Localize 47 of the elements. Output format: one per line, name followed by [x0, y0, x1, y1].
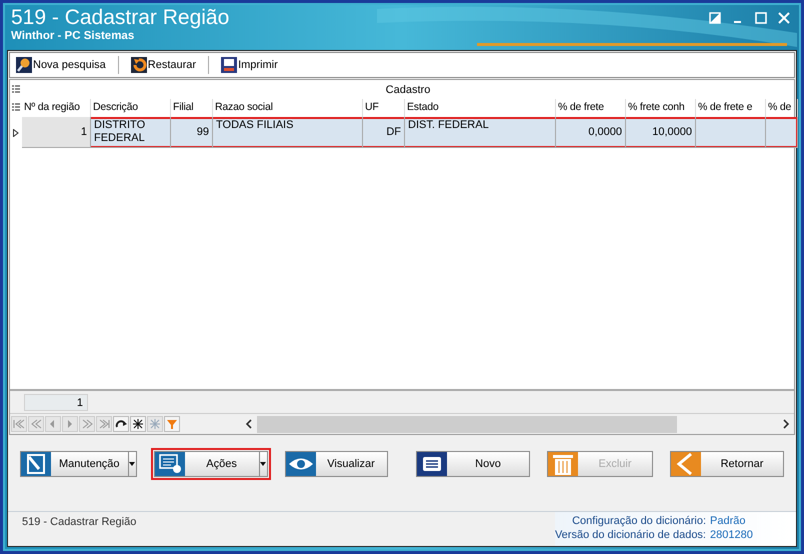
close-icon[interactable]	[777, 11, 791, 25]
navigator-button[interactable]	[130, 416, 146, 432]
row-pointer-icon	[13, 128, 19, 136]
window-title: 519 - Cadastrar Região	[11, 6, 230, 30]
table-cell: 1	[22, 117, 91, 148]
action-button[interactable]: Visualizar	[284, 451, 388, 477]
asterisk-icon	[131, 418, 145, 430]
status-label: Versão do dicionário de dados:	[554, 528, 706, 542]
window-subtitle: Winthor - PC Sistemas	[11, 30, 136, 42]
printer-icon	[221, 57, 238, 73]
fast-forward-icon	[80, 418, 94, 430]
footer-count: 1	[24, 394, 88, 410]
maximize-icon[interactable]	[754, 11, 768, 25]
first-icon	[12, 418, 26, 430]
filter-icon	[165, 418, 179, 430]
rewind-icon	[29, 418, 43, 430]
scroll-thumb[interactable]	[257, 416, 677, 432]
search-icon	[16, 57, 32, 73]
column-menu-icon	[12, 103, 20, 113]
table-cell: DIST. FEDERAL	[405, 117, 556, 148]
action-button[interactable]: Novo	[416, 451, 530, 477]
column-menu-icon	[12, 84, 20, 94]
toolbar-button[interactable]: Imprimir	[219, 57, 280, 73]
band-header: Cadastro	[384, 84, 432, 96]
table-cell: 0,0000	[556, 117, 626, 148]
redo-icon	[114, 418, 128, 430]
asterisk-icon	[148, 418, 162, 430]
table-cell: 10,0000	[626, 117, 696, 148]
action-button[interactable]: Manutenção	[20, 451, 137, 477]
table-cell: DF	[363, 117, 405, 148]
status-value: 2801280	[710, 528, 754, 542]
restore-icon[interactable]	[708, 11, 722, 25]
status-value: Padrão	[710, 514, 746, 528]
last-icon	[97, 418, 111, 430]
action-button[interactable]: Retornar	[670, 451, 784, 477]
status-text: 519 - Cadastrar Região	[21, 515, 136, 530]
table-cell: 99	[171, 117, 213, 148]
toolbar-button[interactable]: Nova pesquisa	[14, 57, 108, 73]
table-cell: TODAS FILIAIS	[213, 117, 363, 148]
table-cell: DISTRITO FEDERAL	[91, 117, 171, 148]
action-button[interactable]: Ações	[154, 451, 268, 477]
scroll-right-icon	[782, 419, 790, 429]
status-label: Configuração do dicionário:	[572, 514, 706, 528]
undo-icon	[130, 57, 147, 73]
navigator-button[interactable]	[113, 416, 129, 432]
scroll-left-icon	[245, 419, 253, 429]
toolbar-button[interactable]: Restaurar	[128, 57, 198, 73]
